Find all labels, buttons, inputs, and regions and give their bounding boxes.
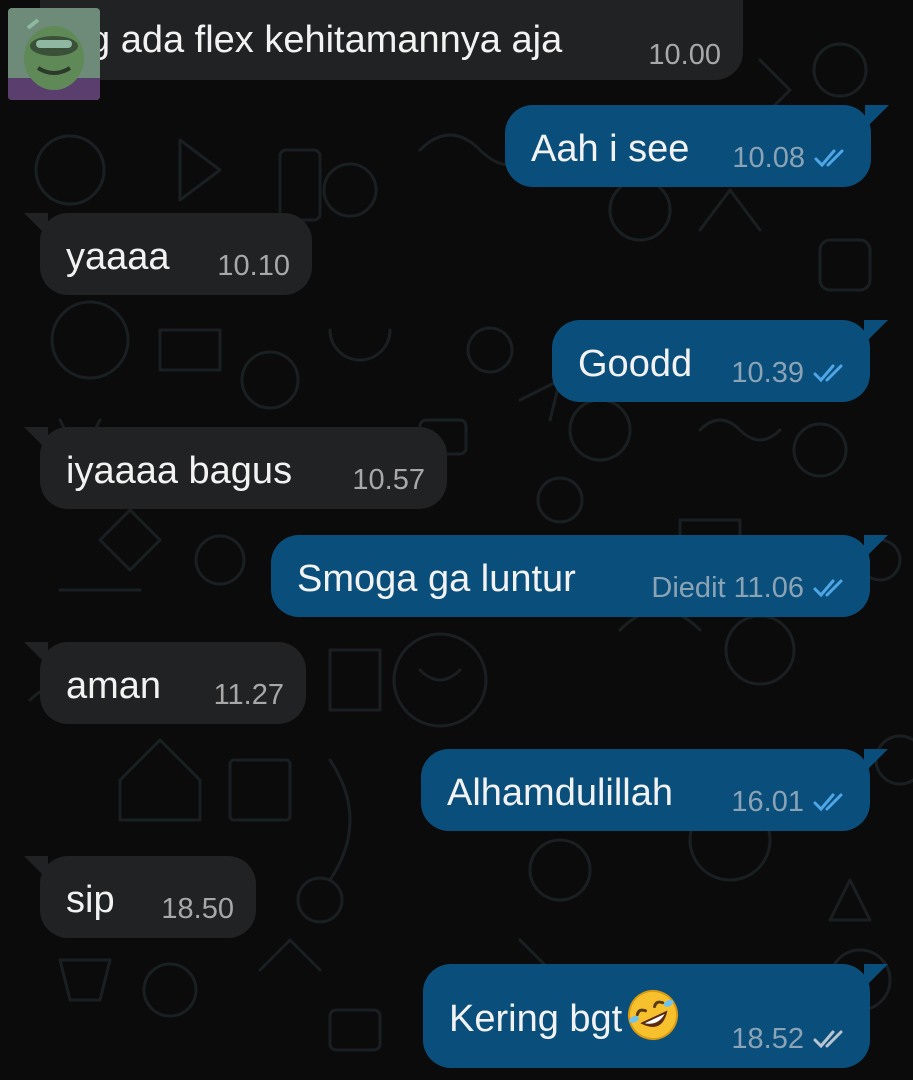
rolling-laughing-emoji-icon bbox=[628, 990, 679, 1040]
message-meta: 16.01 bbox=[731, 785, 848, 819]
contact-avatar[interactable] bbox=[8, 8, 100, 100]
message-outgoing[interactable]: Kering bgt 18.52 bbox=[423, 964, 888, 1068]
message-time: 16.01 bbox=[731, 786, 804, 818]
double-check-delivered-icon bbox=[813, 1030, 843, 1049]
message-time: 10.57 bbox=[352, 464, 425, 496]
message-time: 10.08 bbox=[732, 142, 805, 174]
message-time: 18.52 bbox=[731, 1023, 804, 1055]
message-text: Goodd bbox=[578, 343, 693, 385]
message-time: 11.06 bbox=[733, 572, 804, 604]
message-meta: Diedit 11.06 bbox=[651, 571, 848, 605]
double-check-read-icon bbox=[814, 149, 844, 168]
message-time: 10.00 bbox=[648, 39, 721, 71]
message-text: sip bbox=[66, 879, 115, 921]
message-text: Alhamdulillah bbox=[447, 772, 674, 814]
message-meta: 18.52 bbox=[731, 1022, 848, 1056]
message-meta: 10.57 bbox=[352, 463, 425, 497]
message-time: 10.10 bbox=[217, 250, 290, 282]
message-outgoing[interactable]: Goodd 10.39 bbox=[552, 320, 888, 402]
message-text: iyaaaa bagus bbox=[66, 450, 293, 492]
message-incoming[interactable]: yaaaa 10.10 bbox=[24, 213, 312, 295]
message-meta: 10.08 bbox=[732, 141, 849, 175]
message-text: aman bbox=[66, 665, 162, 707]
message-time: 18.50 bbox=[161, 893, 234, 925]
message-text: yaaaa bbox=[66, 236, 170, 278]
double-check-read-icon bbox=[813, 579, 843, 598]
message-text: Smoga ga luntur bbox=[297, 558, 576, 600]
message-incoming[interactable]: sip 18.50 bbox=[24, 856, 256, 938]
message-meta: 10.10 bbox=[217, 249, 290, 283]
double-check-read-icon bbox=[813, 364, 843, 383]
double-check-read-icon bbox=[813, 793, 843, 812]
chat-view[interactable]: yg ada flex kehitamannya aja 10.00 Aah i… bbox=[0, 0, 913, 1080]
message-meta: 10.39 bbox=[731, 356, 848, 390]
message-time: 10.39 bbox=[731, 357, 804, 389]
message-time: 11.27 bbox=[213, 679, 284, 711]
message-outgoing[interactable]: Aah i see 10.08 bbox=[505, 105, 889, 187]
message-text: Kering bgt bbox=[449, 990, 682, 1050]
edited-label: Diedit bbox=[651, 572, 726, 604]
message-outgoing[interactable]: Smoga ga luntur Diedit 11.06 bbox=[271, 535, 888, 617]
message-text: yg ada flex kehitamannya aja bbox=[70, 19, 563, 61]
message-text-content: Kering bgt bbox=[449, 998, 623, 1041]
message-meta: 10.00 bbox=[648, 38, 721, 72]
message-meta: 11.27 bbox=[214, 678, 284, 712]
message-outgoing[interactable]: Alhamdulillah 16.01 bbox=[421, 749, 888, 831]
avatar-sticker-icon bbox=[8, 8, 100, 100]
message-incoming[interactable]: aman 11.27 bbox=[24, 642, 306, 724]
message-incoming[interactable]: iyaaaa bagus 10.57 bbox=[24, 427, 447, 509]
message-text: Aah i see bbox=[531, 128, 690, 170]
message-meta: 18.50 bbox=[161, 892, 234, 926]
message-incoming[interactable]: yg ada flex kehitamannya aja 10.00 bbox=[40, 0, 743, 80]
